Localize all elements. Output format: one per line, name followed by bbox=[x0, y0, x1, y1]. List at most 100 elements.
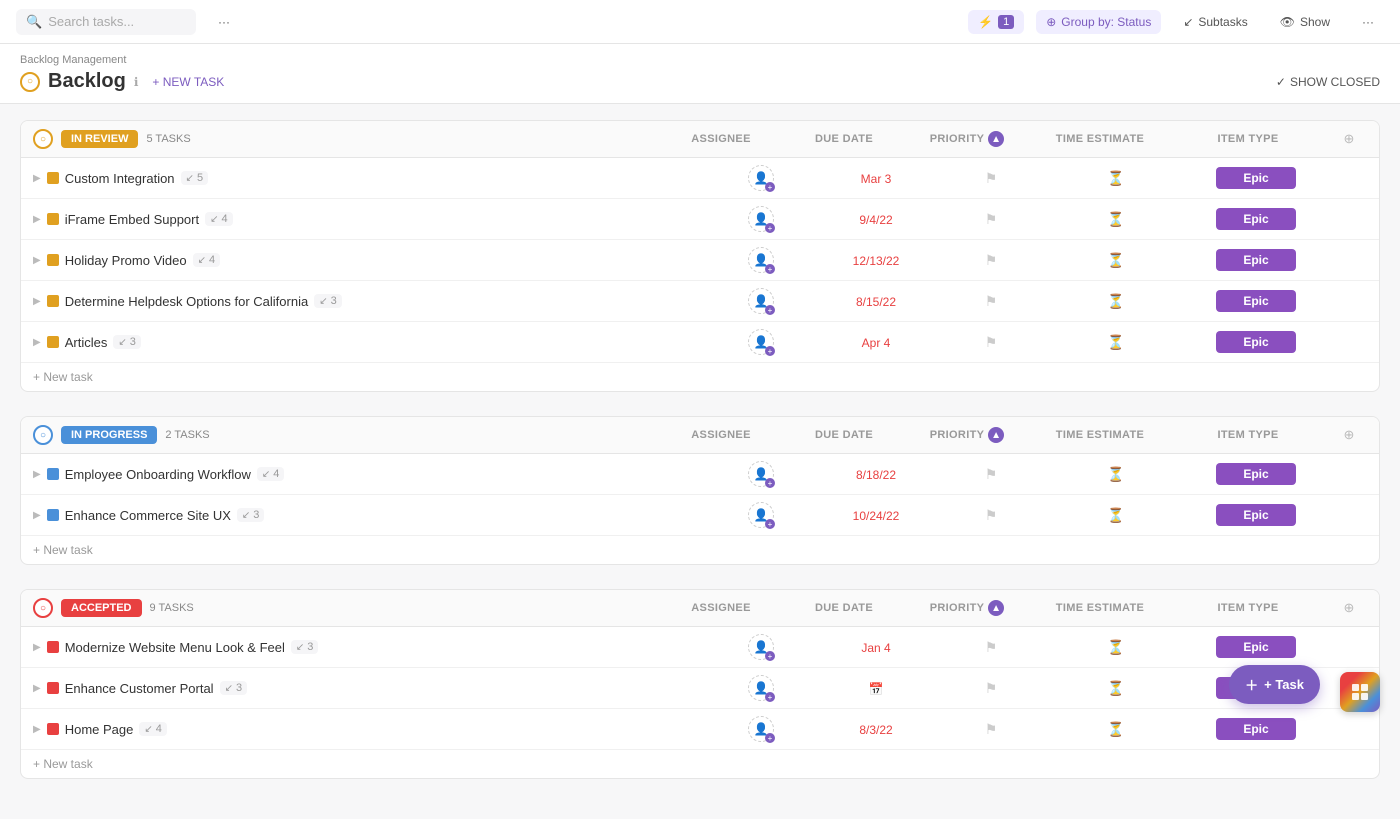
subtask-count[interactable]: ↙ 4 bbox=[193, 253, 221, 267]
table-row[interactable]: ▶ Enhance Commerce Site UX ↙ 3 👤 + 10/24… bbox=[21, 495, 1379, 536]
assignee-avatar[interactable]: 👤 + bbox=[748, 502, 774, 528]
table-row[interactable]: ▶ Home Page ↙ 4 👤 + 8/3/22 ⚑ bbox=[21, 709, 1379, 750]
add-task-fab[interactable]: ＋ + Task bbox=[1229, 665, 1320, 704]
flag-icon[interactable]: ⚑ bbox=[985, 293, 998, 310]
app-switcher-grid bbox=[1352, 684, 1368, 700]
new-task-row[interactable]: + New task bbox=[21, 750, 1379, 778]
table-row[interactable]: ▶ Custom Integration ↙ 5 👤 + Mar 3 ⚑ bbox=[21, 158, 1379, 199]
show-closed-button[interactable]: ✓ SHOW CLOSED bbox=[1276, 75, 1380, 89]
assignee-avatar[interactable]: 👤 + bbox=[748, 634, 774, 660]
expand-arrow[interactable]: ▶ bbox=[33, 214, 41, 225]
due-date-cell: 📅 bbox=[821, 681, 931, 696]
info-icon[interactable]: ℹ bbox=[134, 75, 139, 89]
search-box[interactable]: 🔍 Search tasks... bbox=[16, 9, 196, 35]
table-row[interactable]: ▶ Employee Onboarding Workflow ↙ 4 👤 + 8… bbox=[21, 454, 1379, 495]
collapse-group-in-review[interactable]: ○ bbox=[33, 129, 53, 149]
flag-icon[interactable]: ⚑ bbox=[985, 334, 998, 351]
assignee-avatar[interactable]: 👤 + bbox=[748, 461, 774, 487]
task-name-cell: ▶ Modernize Website Menu Look & Feel ↙ 3 bbox=[33, 640, 701, 655]
filter-button[interactable]: ⚡ 1 bbox=[968, 10, 1024, 34]
subtask-number: 3 bbox=[307, 641, 313, 653]
table-row[interactable]: ▶ Holiday Promo Video ↙ 4 👤 + 12/13/22 ⚑ bbox=[21, 240, 1379, 281]
task-title[interactable]: Employee Onboarding Workflow bbox=[65, 467, 251, 482]
group-section-accepted: ○ ACCEPTED 9 TASKS ASSIGNEE DUE DATE PRI… bbox=[20, 589, 1380, 779]
task-title[interactable]: Determine Helpdesk Options for Californi… bbox=[65, 294, 309, 309]
collapse-backlog-button[interactable]: ○ bbox=[20, 72, 40, 92]
expand-arrow[interactable]: ▶ bbox=[33, 724, 41, 735]
assignee-avatar[interactable]: 👤 + bbox=[748, 675, 774, 701]
add-assignee-icon: + bbox=[765, 733, 775, 743]
subtask-count[interactable]: ↙ 3 bbox=[220, 681, 248, 695]
flag-icon[interactable]: ⚑ bbox=[985, 252, 998, 269]
subtasks-button[interactable]: ↙ Subtasks bbox=[1173, 10, 1257, 34]
new-task-button[interactable]: + NEW TASK bbox=[146, 72, 230, 92]
table-row[interactable]: ▶ Modernize Website Menu Look & Feel ↙ 3… bbox=[21, 627, 1379, 668]
task-title[interactable]: Custom Integration bbox=[65, 171, 175, 186]
expand-arrow[interactable]: ▶ bbox=[33, 683, 41, 694]
collapse-group-in-progress[interactable]: ○ bbox=[33, 425, 53, 445]
expand-arrow[interactable]: ▶ bbox=[33, 173, 41, 184]
expand-arrow[interactable]: ▶ bbox=[33, 255, 41, 266]
flag-icon[interactable]: ⚑ bbox=[985, 507, 998, 524]
hourglass-icon: ⏳ bbox=[1107, 252, 1124, 269]
table-row[interactable]: ▶ iFrame Embed Support ↙ 4 👤 + 9/4/22 ⚑ bbox=[21, 199, 1379, 240]
show-button[interactable]: 👁 Show bbox=[1270, 10, 1340, 34]
app-switcher-button[interactable] bbox=[1340, 672, 1380, 712]
assignee-avatar[interactable]: 👤 + bbox=[748, 716, 774, 742]
task-title[interactable]: Articles bbox=[65, 335, 108, 350]
task-title[interactable]: Home Page bbox=[65, 722, 134, 737]
expand-arrow[interactable]: ▶ bbox=[33, 469, 41, 480]
table-row[interactable]: ▶ Determine Helpdesk Options for Califor… bbox=[21, 281, 1379, 322]
subtask-count[interactable]: ↙ 5 bbox=[181, 171, 209, 185]
col-due-in-review: DUE DATE bbox=[789, 133, 899, 145]
expand-arrow[interactable]: ▶ bbox=[33, 337, 41, 348]
new-task-row[interactable]: + New task bbox=[21, 536, 1379, 564]
task-title[interactable]: Enhance Commerce Site UX bbox=[65, 508, 231, 523]
group-by-button[interactable]: ⊕ Group by: Status bbox=[1036, 10, 1161, 34]
col-assignee-in-review: ASSIGNEE bbox=[661, 133, 781, 145]
task-title[interactable]: Enhance Customer Portal bbox=[65, 681, 214, 696]
subtask-count[interactable]: ↙ 4 bbox=[139, 722, 167, 736]
subtask-count[interactable]: ↙ 3 bbox=[113, 335, 141, 349]
expand-arrow[interactable]: ▶ bbox=[33, 642, 41, 653]
group-section-in-review: ○ IN REVIEW 5 TASKS ASSIGNEE DUE DATE PR… bbox=[20, 120, 1380, 392]
task-title[interactable]: iFrame Embed Support bbox=[65, 212, 199, 227]
add-column-accepted[interactable]: ⊕ bbox=[1331, 600, 1367, 616]
subtask-count[interactable]: ↙ 3 bbox=[291, 640, 319, 654]
collapse-group-accepted[interactable]: ○ bbox=[33, 598, 53, 618]
task-title[interactable]: Holiday Promo Video bbox=[65, 253, 187, 268]
assignee-avatar[interactable]: 👤 + bbox=[748, 247, 774, 273]
task-title[interactable]: Modernize Website Menu Look & Feel bbox=[65, 640, 285, 655]
assignee-avatar[interactable]: 👤 + bbox=[748, 329, 774, 355]
table-row[interactable]: ▶ Articles ↙ 3 👤 + Apr 4 ⚑ bbox=[21, 322, 1379, 363]
app-dot-4 bbox=[1361, 693, 1368, 700]
more-options-button[interactable]: ··· bbox=[208, 10, 240, 34]
table-row[interactable]: ▶ Enhance Customer Portal ↙ 3 👤 + 📅 ⚑ bbox=[21, 668, 1379, 709]
expand-arrow[interactable]: ▶ bbox=[33, 296, 41, 307]
subtask-icon: ↙ bbox=[262, 469, 270, 480]
assignee-avatar[interactable]: 👤 + bbox=[748, 206, 774, 232]
due-date-cell: 8/15/22 bbox=[821, 294, 931, 309]
item-type-cell: Epic bbox=[1181, 463, 1331, 485]
subtask-count[interactable]: ↙ 3 bbox=[237, 508, 265, 522]
flag-icon[interactable]: ⚑ bbox=[985, 211, 998, 228]
item-type-cell: Epic bbox=[1181, 290, 1331, 312]
subtask-count[interactable]: ↙ 3 bbox=[314, 294, 342, 308]
assignee-avatar[interactable]: 👤 + bbox=[748, 288, 774, 314]
flag-icon[interactable]: ⚑ bbox=[985, 721, 998, 738]
add-column-in-review[interactable]: ⊕ bbox=[1331, 131, 1367, 147]
subtask-count[interactable]: ↙ 4 bbox=[205, 212, 233, 226]
topbar-more-button[interactable]: ··· bbox=[1352, 10, 1384, 34]
flag-icon[interactable]: ⚑ bbox=[985, 639, 998, 656]
flag-icon[interactable]: ⚑ bbox=[985, 170, 998, 187]
checkmark-icon: ✓ bbox=[1276, 75, 1286, 89]
flag-icon[interactable]: ⚑ bbox=[985, 466, 998, 483]
new-task-row[interactable]: + New task bbox=[21, 363, 1379, 391]
flag-icon[interactable]: ⚑ bbox=[985, 680, 998, 697]
task-name-cell: ▶ iFrame Embed Support ↙ 4 bbox=[33, 212, 701, 227]
subtask-count[interactable]: ↙ 4 bbox=[257, 467, 285, 481]
add-column-in-progress[interactable]: ⊕ bbox=[1331, 427, 1367, 443]
expand-arrow[interactable]: ▶ bbox=[33, 510, 41, 521]
time-estimate-cell: ⏳ bbox=[1051, 507, 1181, 524]
assignee-avatar[interactable]: 👤 + bbox=[748, 165, 774, 191]
